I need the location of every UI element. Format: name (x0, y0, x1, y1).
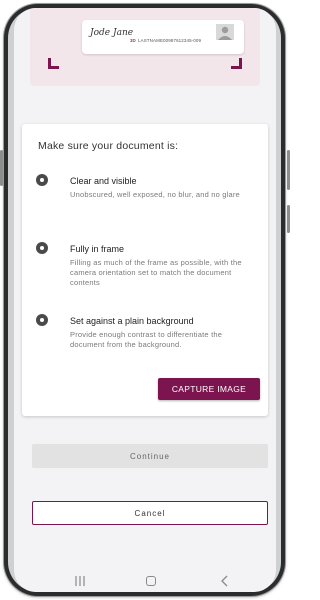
capture-image-button[interactable]: CAPTURE IMAGE (158, 378, 260, 400)
instruction-title: Clear and visible (70, 176, 137, 186)
document-photo-icon (216, 24, 234, 40)
frame-corner-bottom-right (231, 58, 242, 69)
recents-icon[interactable] (74, 576, 86, 586)
app-screen: Jode Jane 3D LASTNAME00987612345-009 Mak… (14, 8, 276, 592)
document-preview: Jode Jane 3D LASTNAME00987612345-009 (30, 8, 260, 86)
frame-corner-bottom-left (48, 58, 59, 69)
navigation-bar (14, 570, 276, 592)
instruction-description: Unobscured, well exposed, no blur, and n… (70, 190, 240, 199)
document-card-image: Jode Jane 3D LASTNAME00987612345-009 (82, 20, 244, 54)
cancel-button[interactable]: Cancel (32, 501, 268, 525)
instruction-title: Fully in frame (70, 244, 125, 254)
instruction-description: Filling as much of the frame as possible… (70, 258, 242, 287)
instruction-title: Set against a plain background (70, 316, 194, 326)
instruction-item-background: Set against a plain background Provide e… (36, 314, 260, 358)
instructions-card: Make sure your document is: Clear and vi… (22, 124, 268, 416)
volume-button (287, 205, 290, 233)
document-mrz-line: LASTNAME00987612345-009 (138, 38, 202, 43)
continue-button[interactable]: Continue (32, 444, 268, 468)
side-button-left (0, 150, 3, 186)
bullet-radio-icon (36, 314, 48, 326)
back-icon[interactable] (220, 575, 230, 587)
instruction-item-frame: Fully in frame Filling as much of the fr… (36, 242, 260, 296)
instruction-description: Provide enough contrast to differentiate… (70, 330, 223, 349)
instructions-title: Make sure your document is: (38, 140, 179, 152)
power-button (287, 150, 290, 190)
document-signature: Jode Jane (90, 28, 134, 38)
bullet-radio-icon (36, 174, 48, 186)
document-mrz-marker: 3D (130, 38, 136, 43)
bullet-radio-icon (36, 242, 48, 254)
home-icon[interactable] (146, 576, 156, 586)
instruction-item-clear: Clear and visible Unobscured, well expos… (36, 174, 260, 218)
